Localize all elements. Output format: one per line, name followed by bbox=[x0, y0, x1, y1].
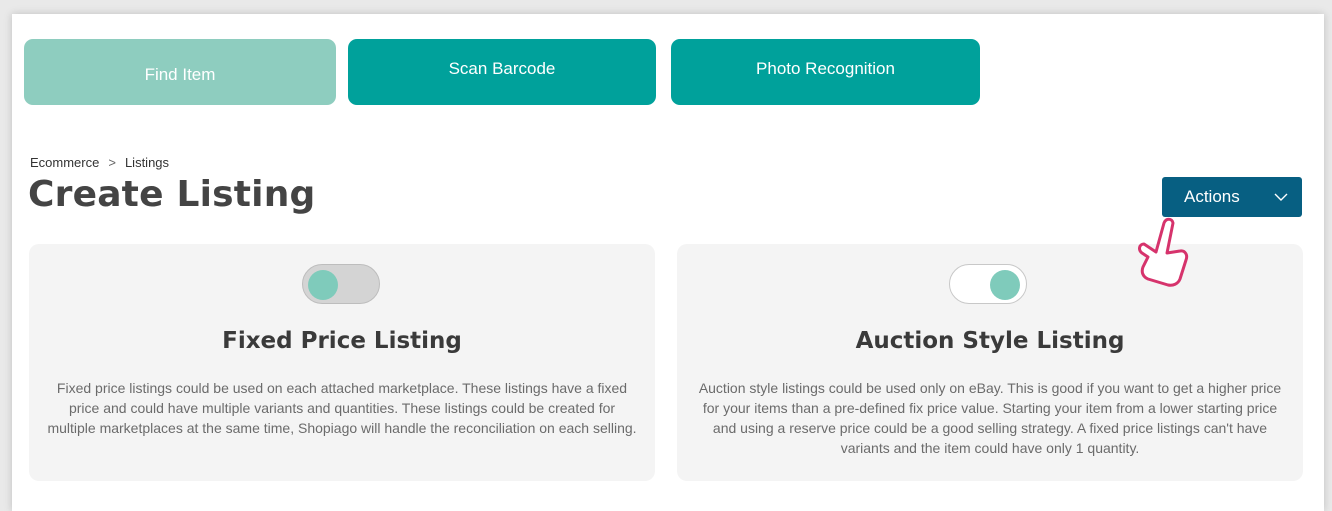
scan-barcode-button[interactable]: Scan Barcode bbox=[348, 39, 656, 105]
scan-barcode-label: Scan Barcode bbox=[448, 59, 556, 78]
fixed-price-toggle[interactable] bbox=[302, 264, 380, 304]
toggle-knob bbox=[308, 270, 338, 300]
chevron-down-icon bbox=[1274, 193, 1288, 201]
app-frame: Find Item Scan Barcode Photo Recognition… bbox=[12, 14, 1324, 511]
card-title: Fixed Price Listing bbox=[222, 328, 462, 354]
photo-recognition-label: Photo Recognition bbox=[756, 59, 895, 78]
pointer-hand-icon bbox=[1138, 217, 1189, 287]
fixed-price-listing-card[interactable]: Fixed Price Listing Fixed price listings… bbox=[29, 244, 655, 481]
breadcrumb-ecommerce[interactable]: Ecommerce bbox=[30, 155, 99, 170]
breadcrumb: Ecommerce > Listings bbox=[30, 155, 169, 170]
card-title: Auction Style Listing bbox=[855, 328, 1125, 354]
breadcrumb-separator: > bbox=[108, 155, 116, 170]
breadcrumb-listings[interactable]: Listings bbox=[125, 155, 169, 170]
auction-style-listing-card[interactable]: Auction Style Listing Auction style list… bbox=[677, 244, 1303, 481]
find-item-label: Find Item bbox=[144, 65, 216, 84]
card-description: Fixed price listings could be used on ea… bbox=[47, 380, 637, 436]
page-title: Create Listing bbox=[28, 174, 316, 215]
actions-label: Actions bbox=[1184, 187, 1240, 206]
card-description: Auction style listings could be used onl… bbox=[698, 380, 1282, 456]
photo-recognition-button[interactable]: Photo Recognition bbox=[671, 39, 980, 105]
toggle-knob bbox=[990, 270, 1020, 300]
auction-style-toggle[interactable] bbox=[949, 264, 1027, 304]
find-item-button[interactable]: Find Item bbox=[24, 39, 336, 105]
